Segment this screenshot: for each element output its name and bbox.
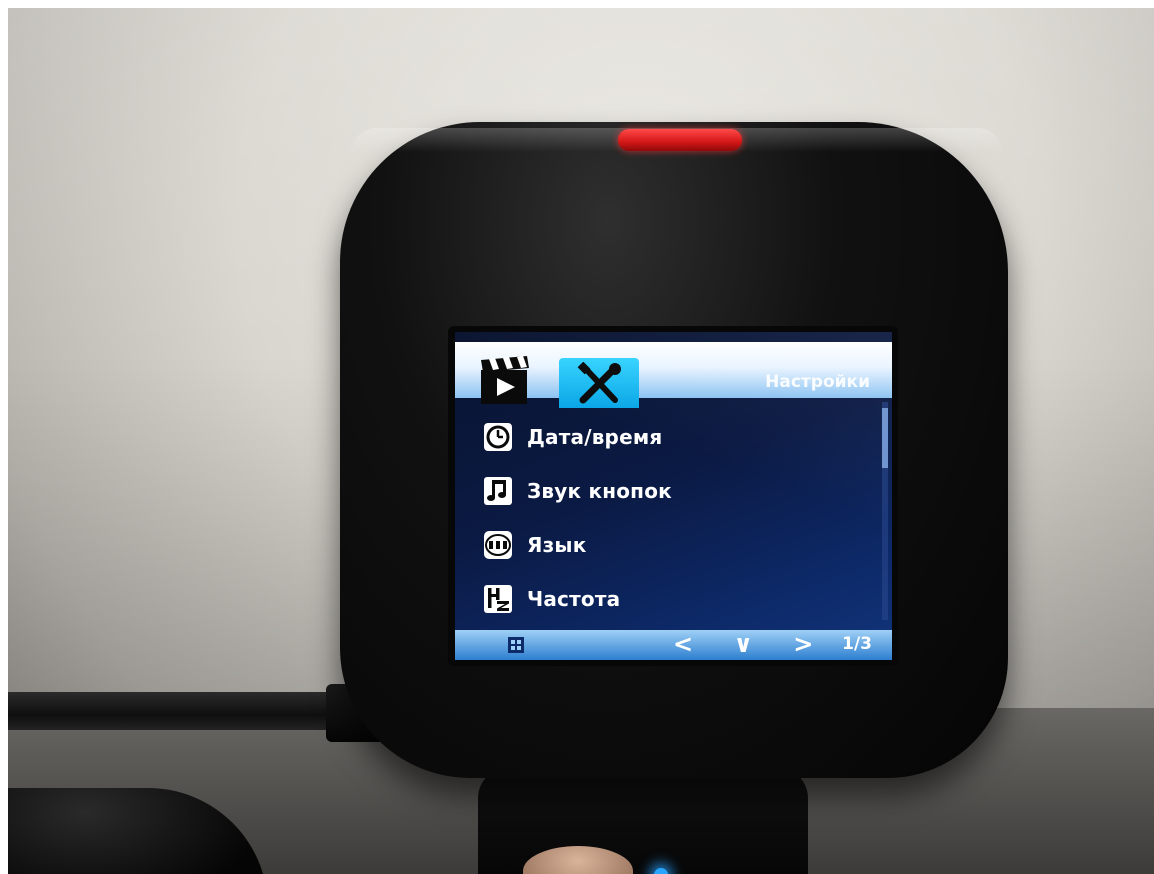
- menu-item-label: Дата/время: [527, 425, 663, 449]
- settings-menu: Дата/время Звук кнопок Язык Частота: [483, 410, 883, 626]
- menu-header: Настройки: [455, 342, 892, 408]
- menu-item-button-sound[interactable]: Звук кнопок: [483, 464, 883, 518]
- menu-scrollbar[interactable]: [882, 402, 888, 620]
- clapperboard-icon: [481, 356, 529, 404]
- video-tab[interactable]: [475, 354, 537, 406]
- menu-grid-icon: [508, 637, 524, 653]
- menu-item-frequency[interactable]: Частота: [483, 572, 883, 626]
- menu-item-language[interactable]: Язык: [483, 518, 883, 572]
- wrench-screwdriver-icon: [577, 362, 621, 404]
- menu-item-label: Язык: [527, 533, 587, 557]
- music-note-icon: [483, 476, 513, 506]
- header-title: Настройки: [765, 372, 870, 392]
- menu-footer: < ∨ > 1/3: [455, 630, 892, 660]
- record-button[interactable]: [618, 129, 742, 151]
- menu-item-label: Звук кнопок: [527, 479, 672, 503]
- settings-tab[interactable]: [559, 358, 639, 408]
- page-indicator: 1/3: [842, 634, 872, 654]
- menu-item-date-time[interactable]: Дата/время: [483, 410, 883, 464]
- navigation-arrows[interactable]: < ∨ >: [673, 630, 829, 658]
- menu-item-label: Частота: [527, 587, 621, 611]
- dashcam-screen: Настройки Дата/время Звук кнопок Язык Ча…: [455, 332, 892, 660]
- camera-mount: [478, 768, 808, 874]
- abc-language-icon: [483, 530, 513, 560]
- clock-icon: [483, 422, 513, 452]
- hz-icon: [483, 584, 513, 614]
- power-cable: [8, 692, 368, 730]
- scroll-thumb[interactable]: [882, 408, 888, 468]
